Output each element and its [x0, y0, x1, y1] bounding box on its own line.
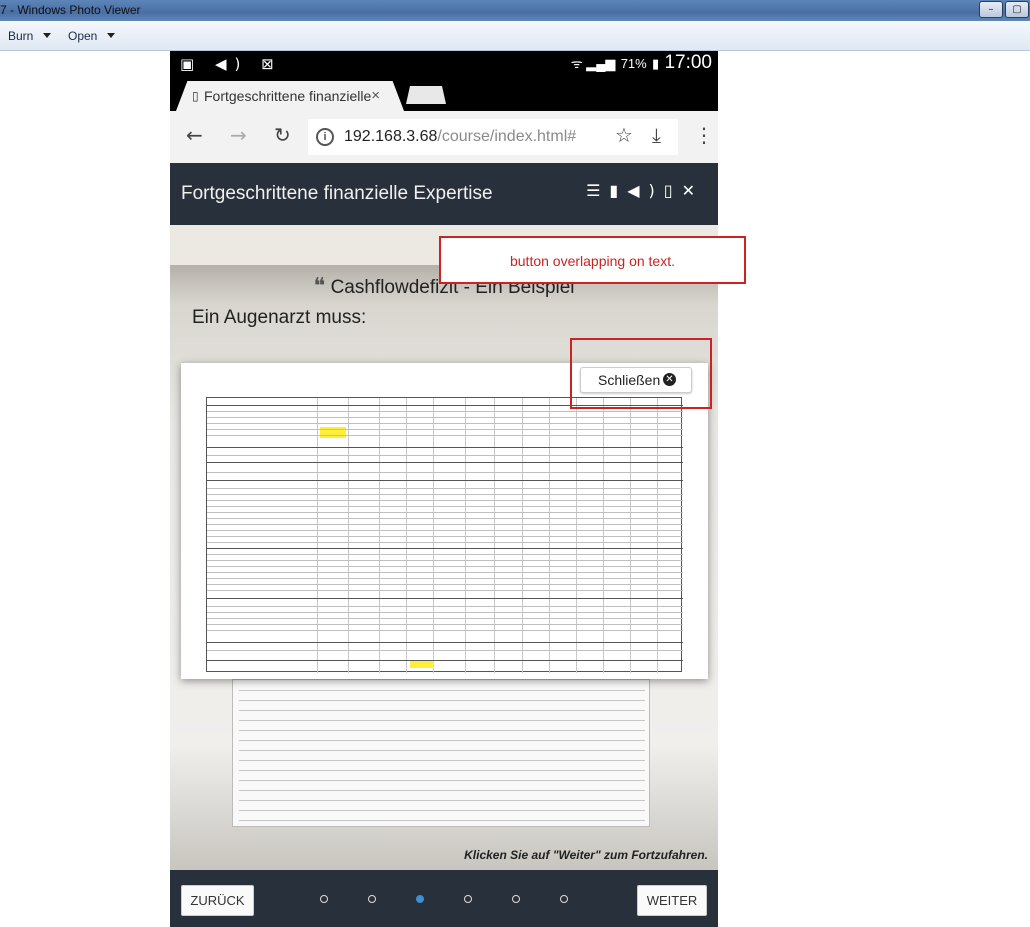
- spreadsheet-modal: Schließen ✕: [181, 363, 708, 679]
- slide-progress-dots: [320, 895, 570, 905]
- window-controls: – ▢: [978, 0, 1030, 20]
- chevron-down-icon: [107, 33, 116, 38]
- close-icon[interactable]: ✕: [682, 181, 704, 200]
- progress-dot[interactable]: [512, 895, 520, 903]
- more-menu-icon[interactable]: ⋮: [694, 123, 714, 147]
- annotation-highlight-box: [570, 338, 712, 409]
- course-toolbar: ☰▮◀)▯✕: [586, 181, 704, 200]
- url-host: 192.168.3.68: [344, 128, 438, 145]
- battery-icon: ▮: [652, 56, 660, 71]
- progress-dot[interactable]: [368, 895, 376, 903]
- quote-icon: ❝: [313, 273, 326, 298]
- cashflow-spreadsheet-image: [206, 397, 683, 673]
- course-header: Fortgeschrittene finanzielle Expertise ☰…: [170, 163, 718, 225]
- chevron-down-icon: [43, 33, 52, 38]
- download-icon[interactable]: ⤓: [652, 123, 661, 147]
- new-tab-button[interactable]: [406, 86, 446, 104]
- battery-level: 71%: [620, 56, 647, 71]
- android-status-bar: ▣ ◀) ⊠ ᯤ ▂▄▆ 71% ▮ 17:00: [170, 51, 718, 77]
- phone-screenshot: ▣ ◀) ⊠ ᯤ ▂▄▆ 71% ▮ 17:00 ▯ Fortgeschritt…: [170, 51, 718, 927]
- background-spreadsheet-image: [232, 679, 650, 827]
- slide-navigation: Klicken Sie auf "Weiter" zum Fortzufahre…: [170, 848, 718, 927]
- clock: 17:00: [664, 52, 712, 73]
- continue-hint: Klicken Sie auf "Weiter" zum Fortzufahre…: [464, 848, 708, 862]
- burn-menu[interactable]: Burn: [8, 29, 52, 43]
- status-right: ᯤ ▂▄▆ 71% ▮ 17:00: [571, 52, 712, 74]
- status-left-icons: ▣ ◀) ⊠: [180, 55, 282, 73]
- menu-bar: Burn Open: [0, 21, 1030, 51]
- url-path: /course/index.html#: [437, 128, 577, 145]
- wifi-signal-icon: ᯤ ▂▄▆: [570, 56, 616, 71]
- progress-dot-active[interactable]: [416, 895, 424, 903]
- open-menu[interactable]: Open: [68, 29, 116, 43]
- audio-icon[interactable]: ◀): [627, 181, 664, 200]
- progress-dot[interactable]: [320, 895, 328, 903]
- browser-tabstrip: ▯ Fortgeschrittene finanzielle ×: [170, 77, 718, 111]
- star-icon[interactable]: ☆: [615, 123, 633, 147]
- course-title: Fortgeschrittene finanzielle Expertise: [181, 183, 493, 204]
- browser-toolbar: ← → ↻ i 192.168.3.68/course/index.html# …: [170, 111, 718, 163]
- maximize-button[interactable]: ▢: [1005, 1, 1029, 18]
- progress-dot[interactable]: [560, 895, 568, 903]
- back-arrow-icon[interactable]: ←: [186, 123, 203, 147]
- back-button[interactable]: ZURÜCK: [181, 885, 254, 916]
- bookmark-icon[interactable]: ▮: [609, 181, 627, 200]
- annotation-callout: button overlapping on text.: [439, 236, 746, 284]
- slide-subtitle: Ein Augenarzt muss:: [192, 307, 367, 328]
- forward-arrow-icon[interactable]: →: [230, 123, 247, 147]
- reload-icon[interactable]: ↻: [274, 123, 291, 147]
- info-icon[interactable]: i: [316, 128, 334, 146]
- window-titlebar: 7 - Windows Photo Viewer – ▢: [0, 0, 1030, 21]
- slide-content: ❝ Cashflowdefizit - Ein Beispiel Ein Aug…: [170, 225, 718, 870]
- window-title: 7 - Windows Photo Viewer: [0, 3, 141, 17]
- document-icon[interactable]: ▯: [664, 181, 682, 200]
- next-button[interactable]: WEITER: [637, 885, 707, 916]
- page-icon: ▯: [192, 89, 199, 103]
- tab-close-icon[interactable]: ×: [371, 81, 380, 111]
- minimize-button[interactable]: –: [979, 1, 1003, 18]
- progress-dot[interactable]: [464, 895, 472, 903]
- browser-tab[interactable]: ▯ Fortgeschrittene finanzielle ×: [176, 81, 404, 111]
- list-icon[interactable]: ☰: [586, 181, 609, 200]
- tab-title: Fortgeschrittene finanzielle: [204, 88, 372, 104]
